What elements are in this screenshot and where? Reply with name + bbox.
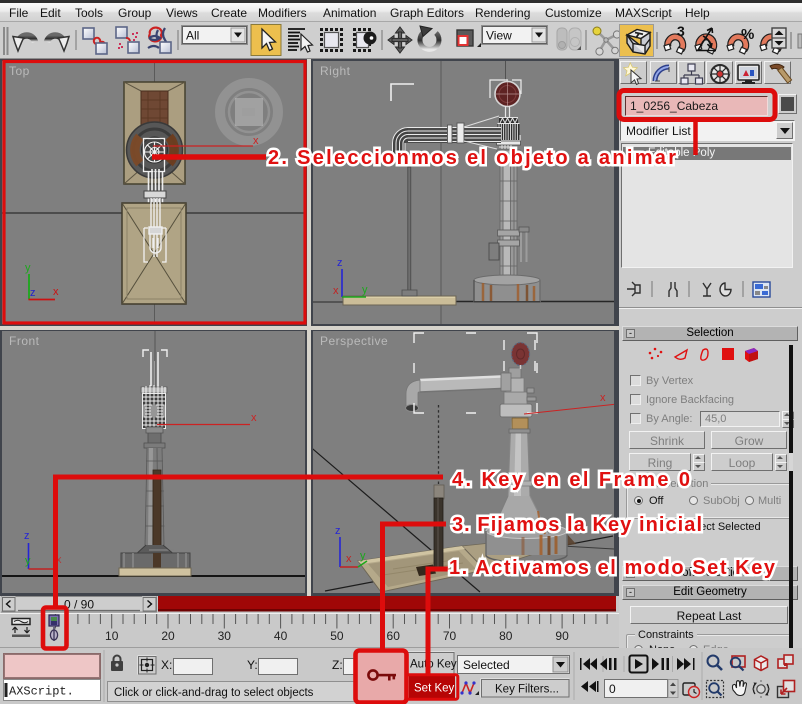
svg-text:X:: X: bbox=[161, 658, 172, 672]
svg-text:z: z bbox=[24, 530, 30, 542]
svg-text:z: z bbox=[30, 287, 36, 299]
svg-text:y: y bbox=[360, 550, 366, 562]
svg-text:z: z bbox=[335, 525, 341, 537]
svg-text:z: z bbox=[337, 257, 343, 269]
svg-text:x: x bbox=[253, 135, 259, 147]
svg-text:View: View bbox=[486, 29, 512, 43]
svg-text:y: y bbox=[25, 555, 31, 567]
svg-text:Key Filters...: Key Filters... bbox=[495, 684, 559, 696]
svg-text:50: 50 bbox=[330, 629, 344, 643]
svg-text:60: 60 bbox=[387, 629, 401, 643]
svg-text:40: 40 bbox=[274, 629, 288, 643]
svg-text:Set Key: Set Key bbox=[414, 683, 455, 695]
svg-text:0 / 90: 0 / 90 bbox=[64, 598, 94, 612]
svg-text:x: x bbox=[346, 553, 352, 565]
svg-text:Auto Key: Auto Key bbox=[410, 659, 457, 671]
svg-text:x: x bbox=[53, 286, 59, 298]
svg-text:x: x bbox=[251, 412, 257, 424]
svg-text:80: 80 bbox=[499, 629, 513, 643]
svg-text:Z:: Z: bbox=[332, 658, 343, 672]
svg-text:90: 90 bbox=[555, 629, 569, 643]
svg-text:0: 0 bbox=[609, 682, 616, 696]
svg-text:All: All bbox=[186, 29, 199, 43]
svg-text:x: x bbox=[333, 285, 339, 297]
svg-text:20: 20 bbox=[161, 629, 175, 643]
svg-text:AXScript.: AXScript. bbox=[9, 685, 74, 699]
svg-text:Click or click-and-drag to sel: Click or click-and-drag to select object… bbox=[114, 687, 314, 699]
svg-text:%: % bbox=[741, 26, 754, 43]
svg-text:y: y bbox=[362, 284, 368, 296]
svg-text:3: 3 bbox=[677, 23, 685, 39]
svg-text:y: y bbox=[25, 262, 31, 274]
svg-text:10: 10 bbox=[105, 629, 119, 643]
svg-text:30: 30 bbox=[218, 629, 232, 643]
svg-text:x: x bbox=[600, 392, 606, 404]
svg-text:Y:: Y: bbox=[247, 658, 258, 672]
svg-text:Selected: Selected bbox=[463, 658, 510, 672]
svg-text:70: 70 bbox=[443, 629, 457, 643]
svg-text:x: x bbox=[56, 554, 62, 566]
